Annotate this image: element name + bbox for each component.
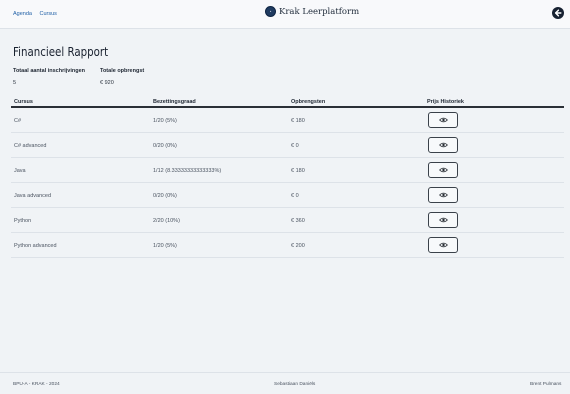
cell-occupancy: 1/20 (5%) <box>153 118 177 124</box>
cell-revenue: € 180 <box>291 168 305 174</box>
cell-revenue: € 360 <box>291 218 305 224</box>
eye-icon <box>438 192 448 198</box>
table-row: C# 1/20 (5%) € 180 <box>11 108 564 133</box>
header-prijs-historiek: Prijs Historiek <box>427 99 464 105</box>
total-enrollments-label: Totaal aantal inschrijvingen <box>13 68 86 74</box>
price-history-button[interactable] <box>428 237 458 253</box>
cell-course: Python <box>14 218 32 224</box>
price-history-button[interactable] <box>428 187 458 203</box>
price-history-button[interactable] <box>428 137 458 153</box>
cell-course: Java <box>14 168 26 174</box>
cell-occupancy: 2/20 (10%) <box>153 218 180 224</box>
cell-occupancy: 1/20 (5%) <box>153 243 177 249</box>
table-row: Java advanced 0/20 (0%) € 0 <box>11 183 564 208</box>
cell-revenue: € 0 <box>291 193 299 199</box>
eye-icon <box>438 142 448 148</box>
brand-name: Krak Leerplatform <box>279 6 360 17</box>
table-row: Java 1/12 (8.33333333333333%) € 180 <box>11 158 564 183</box>
nav-link-agenda[interactable]: Agenda <box>13 11 32 17</box>
nav-link-cursus[interactable]: Cursus <box>40 11 57 17</box>
cell-revenue: € 200 <box>291 243 305 249</box>
price-history-button[interactable] <box>428 162 458 178</box>
price-history-button[interactable] <box>428 112 458 128</box>
total-revenue-value: € 920 <box>100 80 114 86</box>
cell-course: Python advanced <box>14 243 57 249</box>
footer-center: Sebastiaan Daniëls <box>274 382 316 387</box>
cell-occupancy: 0/20 (0%) <box>153 143 177 149</box>
table-row: C# advanced 0/20 (0%) € 0 <box>11 133 564 158</box>
cell-occupancy: 0/20 (0%) <box>153 193 177 199</box>
cell-course: C# advanced <box>14 143 47 149</box>
cell-revenue: € 0 <box>291 143 299 149</box>
eye-icon <box>438 242 448 248</box>
cell-occupancy: 1/12 (8.33333333333333%) <box>153 168 222 174</box>
table-header: Cursus Bezettingsgraad Opbrengsten Prijs… <box>11 96 564 108</box>
header-cursus: Cursus <box>14 99 33 105</box>
total-revenue-label: Totale opbrengst <box>100 68 145 74</box>
price-history-button[interactable] <box>428 212 458 228</box>
eye-icon <box>438 217 448 223</box>
navbar: Agenda Cursus ● Krak Leerplatform <box>0 0 570 29</box>
total-enrollments-value: 5 <box>13 80 17 86</box>
table-row: Python 2/20 (10%) € 360 <box>11 208 564 233</box>
eye-icon <box>438 167 448 173</box>
page-title: Financieel Rapport <box>13 44 109 59</box>
table-row: Python advanced 1/20 (5%) € 200 <box>11 233 564 258</box>
header-bezettingsgraad: Bezettingsgraad <box>153 99 196 105</box>
footer-right: Brent Pulmans <box>530 382 562 387</box>
cell-revenue: € 180 <box>291 118 305 124</box>
cell-course: Java advanced <box>14 193 51 199</box>
back-button[interactable] <box>552 7 564 19</box>
cell-course: C# <box>14 118 22 124</box>
brand[interactable]: ● Krak Leerplatform <box>265 6 359 17</box>
footer-left: BPU-A - KRAK - 2024 <box>13 382 60 387</box>
finance-table: Cursus Bezettingsgraad Opbrengsten Prijs… <box>11 96 564 258</box>
footer: BPU-A - KRAK - 2024 Sebastiaan Daniëls B… <box>0 372 570 394</box>
header-opbrengsten: Opbrengsten <box>291 99 326 105</box>
nav-links: Agenda Cursus <box>13 11 63 17</box>
arrow-left-icon <box>554 9 562 17</box>
eye-icon <box>438 117 448 123</box>
brand-logo: ● <box>265 6 276 17</box>
